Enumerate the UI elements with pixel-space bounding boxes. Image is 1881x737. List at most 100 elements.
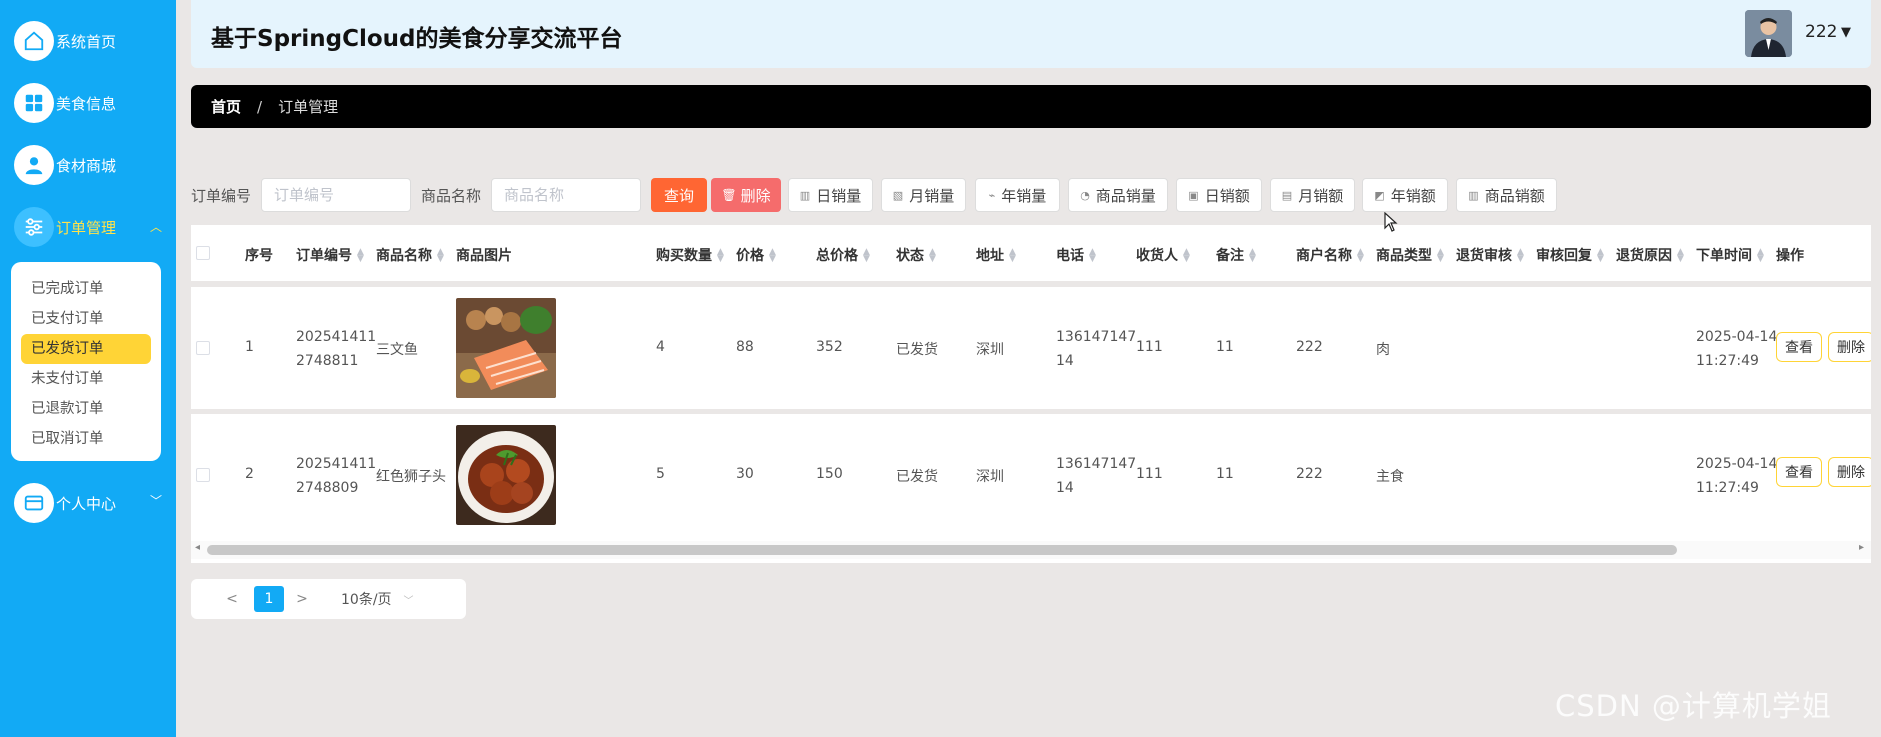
sort-icon[interactable]: ▲ ▼: [717, 248, 724, 264]
chevron-down-icon[interactable]: ﹀: [150, 492, 162, 509]
sort-icon[interactable]: ▲ ▼: [1089, 248, 1096, 264]
column-header[interactable]: 商品名称 ▲ ▼: [376, 245, 444, 265]
sort-icon[interactable]: ▲ ▼: [769, 248, 776, 264]
column-header[interactable]: 购买数量 ▲ ▼: [656, 245, 724, 265]
column-title: 总价格: [816, 248, 858, 264]
sort-icon[interactable]: ▲ ▼: [357, 248, 364, 264]
page-number-current[interactable]: 1: [254, 586, 284, 612]
app-title: 基于SpringCloud的美食分享交流平台: [211, 26, 623, 52]
submenu-cancelled-orders[interactable]: 已取消订单: [21, 424, 151, 454]
nav-item-order-management[interactable]: 订单管理: [14, 204, 116, 250]
column-header[interactable]: 状态 ▲ ▼: [896, 245, 936, 265]
cell-order-no: 202541411 2748809: [296, 452, 376, 500]
daily-sales-button[interactable]: ▥ 日销量: [788, 178, 873, 212]
daily-revenue-button[interactable]: ▣ 日销额: [1176, 178, 1262, 212]
stat-label: 年销额: [1390, 186, 1436, 205]
sort-icon[interactable]: ▲ ▼: [1437, 248, 1444, 264]
sort-icon[interactable]: ▲ ▼: [1249, 248, 1256, 264]
scroll-right-icon[interactable]: ▸: [1859, 542, 1864, 553]
table-row[interactable]: 2 202541411 2748809 红色狮子头 5 30 150 已发货 深圳…: [191, 414, 1871, 536]
column-title: 商户名称: [1296, 248, 1352, 264]
submenu-completed-orders[interactable]: 已完成订单: [21, 274, 151, 304]
query-button[interactable]: 查询: [651, 178, 707, 212]
chart-icon: ▣: [1188, 188, 1199, 202]
select-all-checkbox[interactable]: [196, 246, 210, 260]
order-no-part: 202541411: [296, 329, 377, 345]
yearly-revenue-button[interactable]: ◩ 年销额: [1362, 178, 1448, 212]
product-name-label: 商品名称: [421, 187, 482, 205]
view-button[interactable]: 查看: [1776, 457, 1822, 487]
column-header[interactable]: 收货人 ▲ ▼: [1136, 245, 1190, 265]
prev-page-button[interactable]: <: [224, 586, 240, 612]
monthly-revenue-button[interactable]: ▤ 月销额: [1270, 178, 1355, 212]
scrollbar-thumb[interactable]: [207, 545, 1677, 555]
phone-part: 14: [1056, 480, 1074, 496]
column-header[interactable]: 商户名称 ▲ ▼: [1296, 245, 1364, 265]
submenu-paid-orders[interactable]: 已支付订单: [21, 304, 151, 334]
table-row[interactable]: 1 202541411 2748811 三文鱼 4 88 352 已发货 深圳 1…: [191, 287, 1871, 409]
column-header[interactable]: 地址 ▲ ▼: [976, 245, 1016, 265]
product-name-input[interactable]: [491, 178, 641, 212]
column-title: 操作: [1776, 248, 1804, 264]
nav-item-food-info[interactable]: 美食信息: [14, 80, 116, 126]
caret-down-icon[interactable]: ▼: [1841, 25, 1851, 40]
sort-icon[interactable]: ▲ ▼: [929, 248, 936, 264]
sort-icon[interactable]: ▲ ▼: [863, 248, 870, 264]
avatar[interactable]: [1745, 10, 1792, 57]
sort-icon[interactable]: ▲ ▼: [437, 248, 444, 264]
column-header[interactable]: 审核回复 ▲ ▼: [1536, 245, 1604, 265]
column-header: 操作: [1776, 245, 1804, 265]
scroll-left-icon[interactable]: ◂: [195, 542, 200, 553]
column-title: 商品类型: [1376, 248, 1432, 264]
watermark: CSDN @计算机学姐: [1555, 689, 1832, 723]
page-size-select[interactable]: 10条/页 ﹀: [341, 586, 414, 612]
column-header[interactable]: 备注 ▲ ▼: [1216, 245, 1256, 265]
sort-icon[interactable]: ▲ ▼: [1757, 248, 1764, 264]
column-header[interactable]: 价格 ▲ ▼: [736, 245, 776, 265]
next-page-button[interactable]: >: [294, 586, 310, 612]
sort-icon[interactable]: ▲ ▼: [1183, 248, 1190, 264]
sort-icon[interactable]: ▲ ▼: [1597, 248, 1604, 264]
product-sales-button[interactable]: ◔ 商品销量: [1068, 178, 1168, 212]
row-delete-button[interactable]: 删除: [1828, 332, 1871, 362]
column-header[interactable]: 退货审核 ▲ ▼: [1456, 245, 1524, 265]
column-header[interactable]: 电话 ▲ ▼: [1056, 245, 1096, 265]
product-revenue-button[interactable]: ▥ 商品销额: [1456, 178, 1557, 212]
cell-address: 深圳: [976, 342, 1004, 358]
cell-product: 三文鱼: [376, 342, 418, 358]
nav-item-home[interactable]: 系统首页: [14, 18, 116, 64]
view-button[interactable]: 查看: [1776, 332, 1822, 362]
user-name[interactable]: 222: [1805, 22, 1837, 42]
sort-icon[interactable]: ▲ ▼: [1357, 248, 1364, 264]
page-size-value: 10条/页: [341, 592, 392, 608]
row-delete-button[interactable]: 删除: [1828, 457, 1871, 487]
column-header[interactable]: 商品类型 ▲ ▼: [1376, 245, 1444, 265]
row-checkbox[interactable]: [196, 341, 210, 355]
column-header[interactable]: 下单时间 ▲ ▼: [1696, 245, 1764, 265]
chevron-up-icon[interactable]: ︿: [150, 218, 162, 235]
stat-label: 商品销额: [1484, 186, 1545, 205]
stat-label: 日销量: [816, 186, 862, 205]
submenu-unpaid-orders[interactable]: 未支付订单: [21, 364, 151, 394]
cell-receiver: 111: [1136, 466, 1163, 482]
cell-product: 红色狮子头: [376, 469, 446, 485]
column-header[interactable]: 订单编号 ▲ ▼: [296, 245, 364, 265]
delete-button[interactable]: 🗑 删除: [711, 178, 781, 212]
sort-icon[interactable]: ▲ ▼: [1009, 248, 1016, 264]
bar-chart-icon: ▥: [799, 188, 811, 202]
horizontal-scrollbar[interactable]: ◂ ▸: [191, 541, 1871, 559]
nav-item-personal-center[interactable]: 个人中心: [14, 480, 116, 526]
yearly-sales-button[interactable]: ⌁ 年销量: [975, 178, 1060, 212]
submenu-shipped-orders[interactable]: 已发货订单: [21, 334, 151, 364]
order-no-input[interactable]: [261, 178, 411, 212]
row-checkbox[interactable]: [196, 468, 210, 482]
column-title: 备注: [1216, 248, 1244, 264]
monthly-sales-button[interactable]: ▧ 月销量: [881, 178, 966, 212]
nav-item-ingredient-shop[interactable]: 食材商城: [14, 142, 116, 188]
column-header[interactable]: 退货原因 ▲ ▼: [1616, 245, 1684, 265]
submenu-refunded-orders[interactable]: 已退款订单: [21, 394, 151, 424]
column-header[interactable]: 总价格 ▲ ▼: [816, 245, 870, 265]
sort-icon[interactable]: ▲ ▼: [1677, 248, 1684, 264]
sort-icon[interactable]: ▲ ▼: [1517, 248, 1524, 264]
breadcrumb-home[interactable]: 首页: [211, 96, 241, 117]
